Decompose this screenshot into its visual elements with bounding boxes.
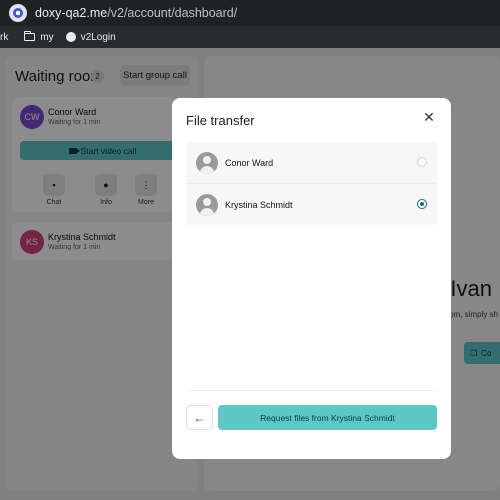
address-bar[interactable]: doxy-qa2.me/v2/account/dashboard/ xyxy=(0,0,500,26)
bookmark-v2login[interactable]: v2Login xyxy=(65,32,116,43)
radio-button-selected[interactable] xyxy=(417,199,427,209)
participant-option-krystina[interactable]: Krystina Schmidt xyxy=(186,184,437,225)
file-transfer-modal: File transfer ✕ Conor Ward Krystina Schm… xyxy=(172,98,451,459)
url-text[interactable]: doxy-qa2.me/v2/account/dashboard/ xyxy=(35,6,237,20)
participant-list: Conor Ward Krystina Schmidt xyxy=(186,142,437,225)
modal-title: File transfer xyxy=(186,113,255,128)
bookmarks-bar: rk my v2Login xyxy=(0,26,500,48)
close-icon[interactable]: ✕ xyxy=(421,109,437,125)
divider xyxy=(186,390,437,391)
user-avatar-icon xyxy=(196,193,218,216)
request-files-button[interactable]: Request files from Krystina Schmidt xyxy=(218,405,437,430)
radio-button[interactable] xyxy=(417,157,427,167)
participant-name: Conor Ward xyxy=(225,157,274,168)
bookmark-partial[interactable]: rk xyxy=(0,32,8,43)
participant-name: Krystina Schmidt xyxy=(225,199,293,210)
user-avatar-icon xyxy=(196,151,218,174)
back-button[interactable]: ← xyxy=(186,405,213,430)
participant-option-conor[interactable]: Conor Ward xyxy=(186,142,437,183)
folder-icon xyxy=(24,31,36,41)
globe-icon xyxy=(65,32,76,42)
arrow-left-icon: ← xyxy=(193,410,206,425)
site-favicon-icon xyxy=(9,4,27,22)
bookmark-my[interactable]: my xyxy=(24,31,54,43)
